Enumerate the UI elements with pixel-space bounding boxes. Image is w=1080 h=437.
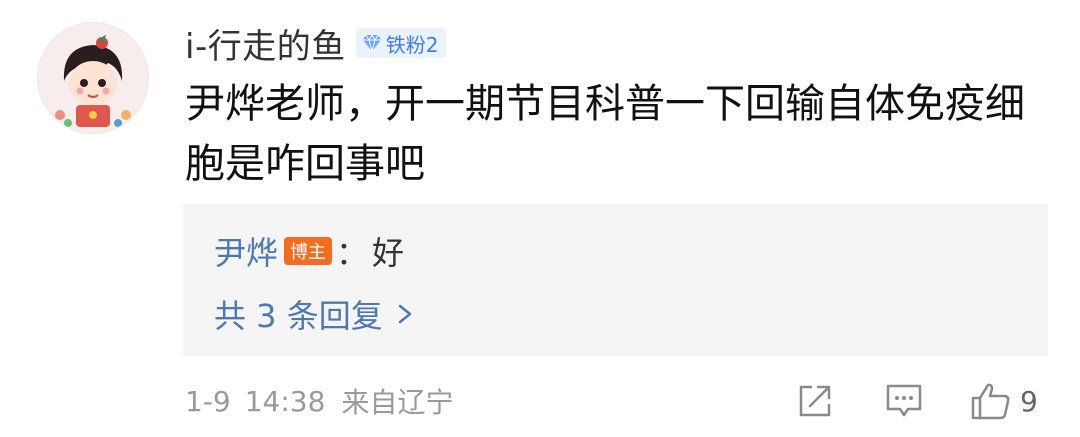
reply-preview[interactable]: 尹烨 博主 ： 好 共 3 条回复 — [183, 204, 1048, 356]
diamond-icon — [362, 34, 382, 52]
reply-item[interactable]: 尹烨 博主 ： 好 — [214, 226, 404, 276]
username[interactable]: i-行走的鱼 — [185, 19, 346, 68]
thumbs-up-icon — [970, 381, 1012, 421]
comment-date: 1-9 — [185, 384, 231, 418]
view-replies-label: 共 3 条回复 — [214, 297, 383, 335]
comment-text: 尹烨老师，开一期节目科普一下回输自体免疫细胞是咋回事吧 — [185, 81, 1025, 187]
reply-content: 好 — [372, 234, 405, 272]
user-avatar[interactable] — [37, 22, 149, 134]
comment-location: 来自辽宁 — [341, 386, 454, 419]
fan-badge[interactable]: 铁粉2 — [355, 28, 447, 58]
comment-icon — [884, 382, 924, 420]
like-button[interactable]: 9 — [970, 380, 1038, 422]
comment-header: i-行走的鱼 铁粉2 — [185, 18, 447, 68]
reply-author[interactable]: 尹烨 — [214, 228, 278, 274]
like-count: 9 — [1020, 384, 1038, 418]
avatar-illustration — [38, 23, 148, 133]
fan-badge-label: 铁粉2 — [385, 32, 439, 57]
reply-colon: ： — [336, 234, 369, 272]
share-button[interactable] — [796, 380, 834, 422]
comment-meta: 1-9 14:38 来自辽宁 — [185, 378, 453, 424]
view-replies-link[interactable]: 共 3 条回复 — [214, 289, 413, 339]
blogger-badge: 博主 — [284, 237, 333, 265]
comment-time: 14:38 — [244, 384, 326, 418]
chevron-right-icon — [397, 303, 413, 325]
comment-button[interactable] — [884, 380, 924, 422]
share-icon — [796, 382, 834, 420]
